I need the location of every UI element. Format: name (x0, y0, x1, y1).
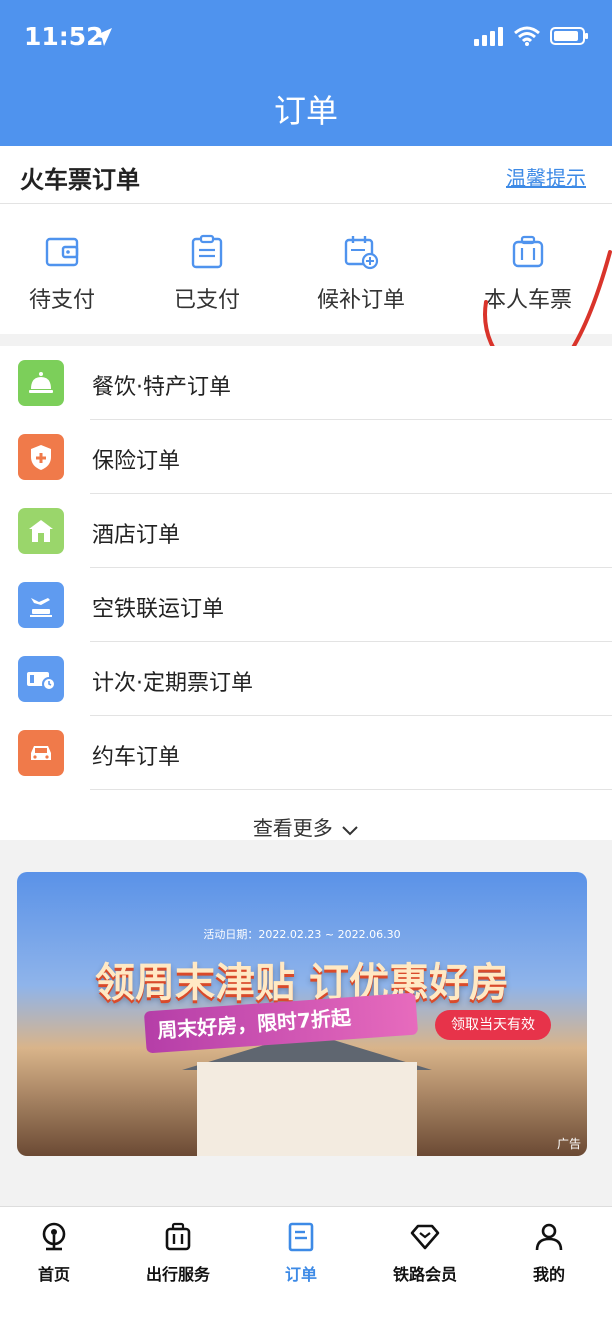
battery-icon (550, 27, 588, 45)
signal-icon (474, 27, 503, 46)
ticket-orders-header: 火车票订单 温馨提示 (0, 146, 612, 204)
banner-claim-pill: 领取当天有效 (435, 1010, 551, 1040)
banner-title: 领周末津贴 订优惠好房 (95, 960, 509, 1006)
person-icon (535, 1223, 563, 1251)
list-item-label: 约车订单 (92, 745, 181, 770)
view-more-label: 查看更多 (252, 816, 333, 840)
banner-date: 活动日期：2022.02.23 ~ 2022.06.30 (203, 928, 401, 941)
category-label: 已支付 (173, 288, 240, 313)
status-indicators (474, 26, 590, 46)
promo-banner[interactable]: 活动日期：2022.02.23 ~ 2022.06.30 领周末津贴 订优惠好房… (17, 872, 587, 1156)
list-item-insurance-orders[interactable]: 保险订单 (0, 420, 612, 494)
diamond-icon (410, 1224, 440, 1250)
bottom-tab-bar: 首页 出行服务 订单 铁路会员 我的 (0, 1206, 612, 1318)
tab-travel-services[interactable]: 出行服务 (118, 1221, 238, 1285)
clipboard-icon (191, 234, 223, 269)
tab-mine[interactable]: 我的 (489, 1221, 609, 1285)
list-item-car-orders[interactable]: 约车订单 (0, 716, 612, 790)
plane-train-icon (18, 582, 64, 628)
other-orders-list: 餐饮·特产订单 保险订单 酒店订单 空铁联运订单 计次·定期票订单 约车订单 查… (0, 346, 612, 840)
luggage-icon (165, 1222, 191, 1251)
tips-link[interactable]: 温馨提示 (506, 162, 586, 191)
list-item-label: 酒店订单 (92, 523, 181, 548)
food-bell-icon (18, 360, 64, 406)
tab-home[interactable]: 首页 (0, 1221, 114, 1285)
list-item-air-rail-orders[interactable]: 空铁联运订单 (0, 568, 612, 642)
location-arrow-icon (94, 28, 112, 46)
tab-label: 订单 (284, 1265, 317, 1284)
tab-orders[interactable]: 订单 (241, 1221, 361, 1285)
shield-plus-icon (18, 434, 64, 480)
category-label: 候补订单 (316, 288, 405, 313)
category-pending-payment[interactable]: 待支付 (0, 234, 132, 314)
railway-logo-icon (42, 1222, 66, 1251)
view-more-button[interactable]: 查看更多 (0, 812, 612, 841)
tab-railway-member[interactable]: 铁路会员 (365, 1221, 485, 1285)
car-icon (18, 730, 64, 776)
list-item-hotel-orders[interactable]: 酒店订单 (0, 494, 612, 568)
chevron-down-icon (342, 825, 358, 835)
list-item-pass-orders[interactable]: 计次·定期票订单 (0, 642, 612, 716)
wallet-icon (45, 237, 79, 267)
wifi-icon (514, 26, 540, 46)
banner-house-image (197, 1062, 417, 1156)
hotel-icon (18, 508, 64, 554)
section-title: 火车票订单 (20, 166, 140, 194)
ad-label: 广告 (556, 1137, 581, 1151)
category-paid[interactable]: 已支付 (137, 234, 277, 314)
list-item-dining-orders[interactable]: 餐饮·特产订单 (0, 346, 612, 420)
page-title: 订单 (273, 92, 338, 130)
calendar-add-icon (344, 236, 379, 270)
category-label: 待支付 (28, 288, 95, 313)
order-doc-icon (288, 1222, 314, 1252)
divider (90, 789, 612, 790)
category-waitlist[interactable]: 候补订单 (291, 234, 431, 314)
list-item-label: 空铁联运订单 (92, 597, 225, 622)
list-item-label: 计次·定期票订单 (92, 671, 253, 696)
list-item-label: 保险订单 (92, 449, 181, 474)
tab-label: 我的 (532, 1265, 565, 1284)
tab-label: 出行服务 (145, 1265, 210, 1284)
list-item-label: 餐饮·特产订单 (92, 375, 231, 400)
app-header: 11:52 订单 (0, 0, 612, 146)
tab-label: 首页 (37, 1265, 70, 1284)
ticket-clock-icon (18, 656, 64, 702)
tab-label: 铁路会员 (392, 1265, 457, 1284)
